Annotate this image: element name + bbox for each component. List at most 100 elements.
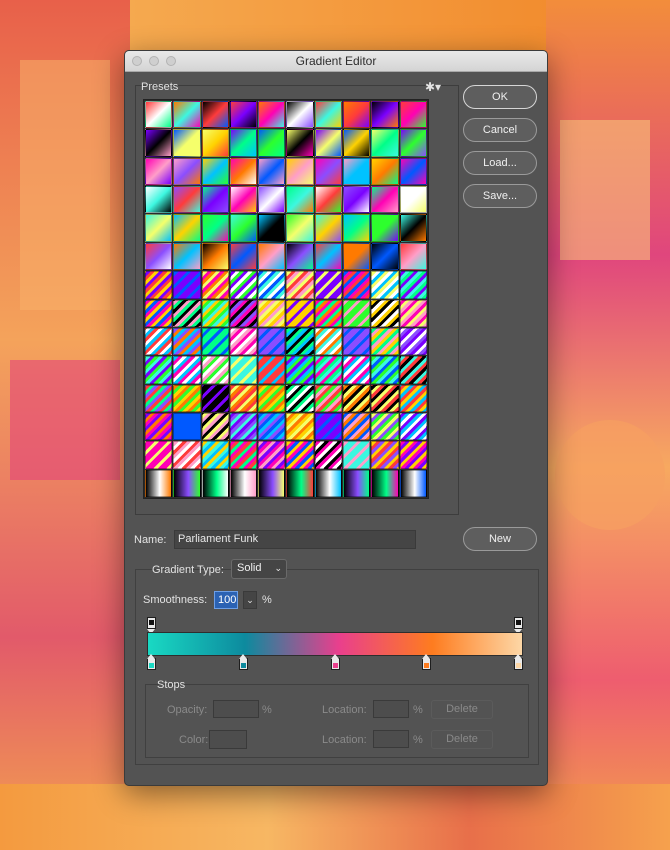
preset-swatch[interactable] <box>145 327 173 356</box>
preset-swatch[interactable] <box>371 186 399 214</box>
preset-swatch[interactable] <box>201 129 229 157</box>
preset-swatch[interactable] <box>201 242 229 271</box>
preset-swatch[interactable] <box>399 356 427 384</box>
preset-swatch[interactable] <box>286 441 314 469</box>
gradient-preview-bar[interactable] <box>147 632 523 656</box>
preset-swatch[interactable] <box>399 129 427 157</box>
gear-icon[interactable]: ✱▾ <box>425 80 441 94</box>
preset-swatch[interactable] <box>173 101 201 129</box>
preset-swatch[interactable] <box>201 441 229 469</box>
preset-swatch[interactable] <box>145 242 173 271</box>
preset-swatch[interactable] <box>229 214 258 242</box>
preset-swatch[interactable] <box>173 214 201 242</box>
preset-swatch[interactable] <box>258 242 286 271</box>
preset-swatch[interactable] <box>343 242 371 271</box>
preset-swatch[interactable] <box>258 327 286 356</box>
preset-swatch[interactable] <box>173 129 201 157</box>
preset-swatch[interactable] <box>343 441 371 469</box>
preset-swatch[interactable] <box>286 384 314 412</box>
preset-swatch[interactable] <box>173 271 201 299</box>
preset-swatch[interactable] <box>343 186 371 214</box>
preset-swatch[interactable] <box>258 271 286 299</box>
preset-swatch[interactable] <box>343 356 371 384</box>
preset-swatch[interactable] <box>371 384 399 412</box>
preset-swatch[interactable] <box>343 412 371 441</box>
preset-swatch[interactable] <box>343 299 371 327</box>
preset-swatch[interactable] <box>314 299 343 327</box>
preset-swatch[interactable] <box>201 299 229 327</box>
preset-swatch[interactable] <box>286 327 314 356</box>
preset-swatch[interactable] <box>201 356 229 384</box>
cancel-button[interactable]: Cancel <box>463 118 537 142</box>
preset-swatch[interactable] <box>314 469 343 497</box>
preset-swatch[interactable] <box>258 129 286 157</box>
preset-swatch[interactable] <box>229 469 258 497</box>
preset-swatch[interactable] <box>399 157 427 186</box>
preset-swatch[interactable] <box>258 186 286 214</box>
preset-swatch[interactable] <box>145 101 173 129</box>
preset-swatch[interactable] <box>399 101 427 129</box>
preset-swatch[interactable] <box>229 242 258 271</box>
preset-swatch[interactable] <box>314 186 343 214</box>
preset-swatch[interactable] <box>343 327 371 356</box>
preset-swatch[interactable] <box>145 157 173 186</box>
preset-swatch[interactable] <box>201 186 229 214</box>
preset-swatch[interactable] <box>258 412 286 441</box>
preset-swatch[interactable] <box>286 356 314 384</box>
preset-swatch[interactable] <box>173 412 201 441</box>
preset-swatch[interactable] <box>314 157 343 186</box>
color-stop[interactable] <box>330 654 340 670</box>
preset-swatch[interactable] <box>258 469 286 497</box>
preset-swatch[interactable] <box>371 157 399 186</box>
preset-swatch[interactable] <box>314 356 343 384</box>
preset-swatch[interactable] <box>229 129 258 157</box>
preset-swatch[interactable] <box>343 157 371 186</box>
preset-swatch[interactable] <box>286 214 314 242</box>
preset-swatch[interactable] <box>343 101 371 129</box>
preset-swatch[interactable] <box>371 356 399 384</box>
preset-swatch[interactable] <box>314 412 343 441</box>
preset-swatch[interactable] <box>314 327 343 356</box>
preset-swatch[interactable] <box>399 469 427 497</box>
preset-swatch[interactable] <box>286 469 314 497</box>
preset-swatch[interactable] <box>343 271 371 299</box>
preset-swatch[interactable] <box>258 384 286 412</box>
color-swatch-field[interactable] <box>209 730 247 749</box>
preset-swatch[interactable] <box>173 441 201 469</box>
preset-swatch[interactable] <box>229 384 258 412</box>
preset-swatch[interactable] <box>173 469 201 497</box>
preset-swatch[interactable] <box>145 214 173 242</box>
preset-swatch[interactable] <box>314 214 343 242</box>
opacity-stop[interactable] <box>147 617 156 634</box>
preset-swatch[interactable] <box>314 101 343 129</box>
preset-swatch[interactable] <box>145 299 173 327</box>
preset-swatch[interactable] <box>286 101 314 129</box>
preset-swatch[interactable] <box>201 384 229 412</box>
smoothness-dropdown[interactable]: ⌄ <box>243 591 257 609</box>
preset-swatch[interactable] <box>343 129 371 157</box>
preset-swatch[interactable] <box>371 412 399 441</box>
preset-swatch[interactable] <box>314 441 343 469</box>
preset-swatch[interactable] <box>145 129 173 157</box>
preset-swatch[interactable] <box>173 186 201 214</box>
color-stop[interactable] <box>147 654 156 670</box>
preset-swatch[interactable] <box>173 299 201 327</box>
preset-swatch[interactable] <box>286 242 314 271</box>
preset-swatch[interactable] <box>343 214 371 242</box>
preset-swatch[interactable] <box>286 129 314 157</box>
preset-swatch[interactable] <box>229 271 258 299</box>
preset-swatch[interactable] <box>343 384 371 412</box>
preset-swatch[interactable] <box>173 157 201 186</box>
preset-swatch[interactable] <box>258 101 286 129</box>
save-button[interactable]: Save... <box>463 184 537 208</box>
color-stop[interactable] <box>238 654 248 670</box>
preset-swatch[interactable] <box>173 327 201 356</box>
preset-swatch[interactable] <box>399 412 427 441</box>
preset-swatch[interactable] <box>145 412 173 441</box>
load-button[interactable]: Load... <box>463 151 537 175</box>
preset-swatch[interactable] <box>229 157 258 186</box>
preset-swatch[interactable] <box>399 441 427 469</box>
preset-swatch[interactable] <box>145 384 173 412</box>
gradient-type-select[interactable]: Solid ⌄ <box>231 559 287 579</box>
opacity-input[interactable] <box>213 700 259 718</box>
